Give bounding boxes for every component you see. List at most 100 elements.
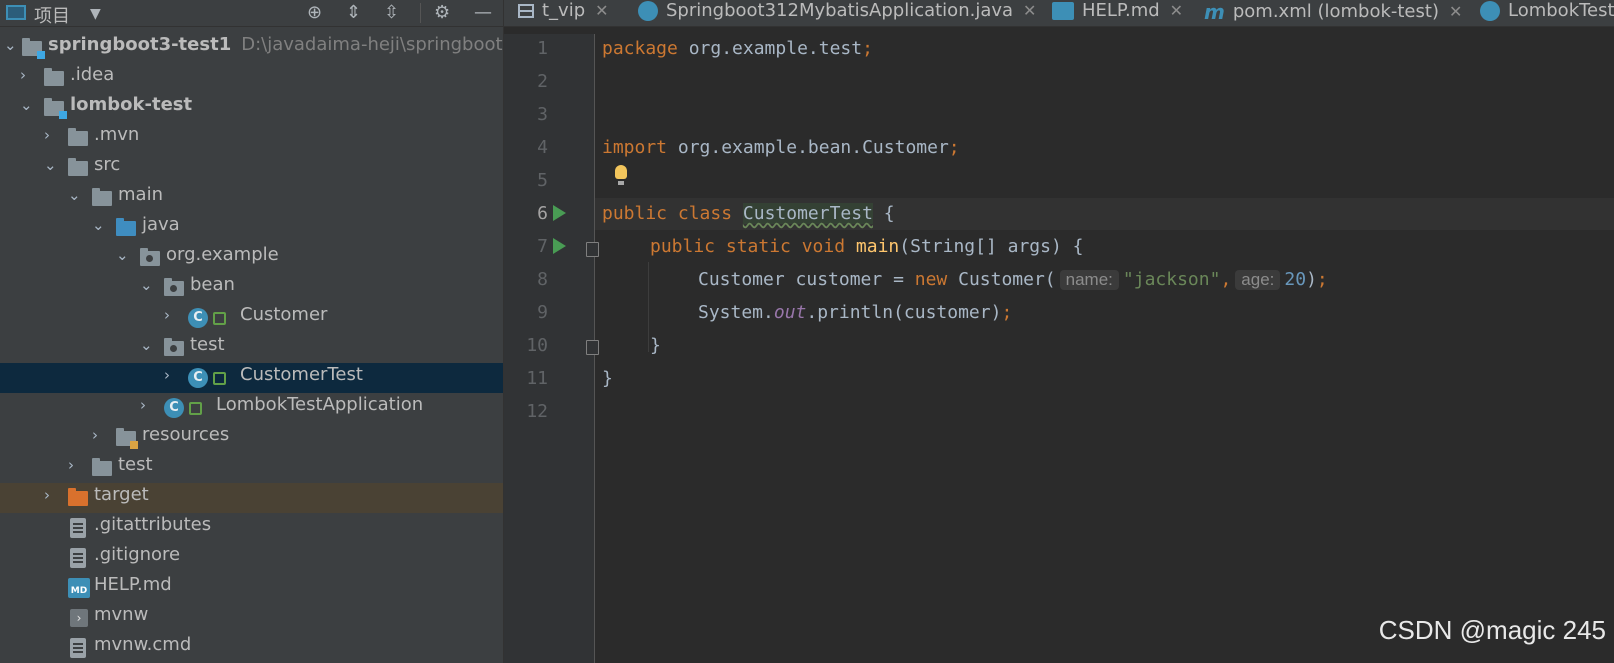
chevron-right-icon[interactable]: › — [20, 66, 34, 86]
tree-item-lombok-test[interactable]: ⌄ lombok-test — [0, 93, 503, 123]
folder-icon — [68, 158, 88, 176]
chevron-right-icon[interactable]: › — [164, 366, 178, 386]
header-separator — [420, 3, 421, 23]
tree-item-label: .idea — [70, 64, 115, 85]
chevron-right-icon[interactable]: › — [44, 126, 58, 146]
line-number: 1 — [537, 38, 548, 59]
parameter-hint: name: — [1059, 270, 1119, 290]
run-main-icon[interactable] — [553, 238, 566, 254]
tab-lomboktest[interactable]: LombokTest — [1480, 0, 1614, 26]
tree-item-customer[interactable]: › C Customer — [0, 303, 503, 333]
tab-springboot312mybatisapplication[interactable]: Springboot312MybatisApplication.java ✕ — [638, 0, 1036, 26]
tree-item-label: .gitattributes — [94, 514, 212, 535]
tree-item-lomboktestapplication[interactable]: › C LombokTestApplication — [0, 393, 503, 423]
project-panel-title[interactable]: 项目 — [34, 2, 70, 28]
tree-item-target[interactable]: › target — [0, 483, 503, 513]
lock-icon — [213, 372, 226, 385]
tree-item-mvnw[interactable]: › mvnw — [0, 603, 503, 633]
close-icon[interactable]: ✕ — [1023, 1, 1036, 20]
fold-icon[interactable] — [586, 340, 599, 355]
package-icon — [164, 338, 184, 356]
chevron-down-icon[interactable]: ⌄ — [20, 96, 34, 116]
chevron-down-icon[interactable]: ⌄ — [92, 216, 106, 236]
table-icon — [518, 4, 534, 18]
ignore-file-icon — [70, 548, 86, 568]
project-view-icon[interactable] — [6, 5, 26, 20]
chevron-down-icon[interactable]: ⌄ — [140, 336, 154, 356]
line-number: 12 — [526, 401, 548, 422]
chevron-down-icon[interactable]: ⌄ — [4, 36, 18, 56]
lightbulb-icon[interactable] — [615, 165, 627, 185]
chevron-down-icon[interactable]: ⌄ — [140, 276, 154, 296]
tree-item-gitignore[interactable]: .gitignore — [0, 543, 503, 573]
class-name[interactable]: CustomerTest — [742, 203, 873, 224]
chevron-right-icon[interactable]: › — [164, 306, 178, 326]
chevron-right-icon[interactable]: › — [140, 396, 154, 416]
tree-item-label: bean — [190, 274, 235, 295]
tree-item-label: src — [94, 154, 121, 175]
tree-item-label: org.example — [166, 244, 279, 265]
code-line: import org.example.bean.Customer; — [602, 137, 960, 158]
parameter-hint: age: — [1235, 270, 1281, 290]
code-line: package org.example.test; — [602, 38, 873, 59]
close-icon[interactable]: ✕ — [1449, 2, 1462, 21]
tree-item-main[interactable]: ⌄ main — [0, 183, 503, 213]
tab-t-vip[interactable]: t_vip ✕ — [518, 0, 609, 26]
project-panel: 项目 ▼ ⊕ ⇕ ⇳ ⚙ — ⌄ springboot3-test1 D:\jav… — [0, 0, 503, 663]
line-number: 2 — [537, 71, 548, 92]
tab-pom-xml[interactable]: m pom.xml (lombok-test) ✕ — [1204, 0, 1462, 26]
text-file-icon — [70, 518, 86, 538]
chevron-right-icon[interactable]: › — [68, 456, 82, 476]
minimize-icon[interactable]: — — [474, 2, 492, 24]
tree-item-label: target — [94, 484, 149, 505]
code-line: Customer customer = new Customer(name: "j… — [698, 269, 1328, 290]
tree-item-customertest[interactable]: › C CustomerTest — [0, 363, 503, 393]
tree-item-test-package[interactable]: ⌄ test — [0, 333, 503, 363]
project-panel-header: 项目 ▼ ⊕ ⇕ ⇳ ⚙ — — [0, 0, 503, 27]
close-icon[interactable]: ✕ — [595, 1, 608, 20]
tree-item-root[interactable]: ⌄ springboot3-test1 D:\javadaima-heji\spr… — [0, 33, 503, 63]
chevron-right-icon[interactable]: › — [44, 486, 58, 506]
tree-item-java[interactable]: ⌄ java — [0, 213, 503, 243]
text-file-icon — [70, 638, 86, 658]
locate-icon[interactable]: ⊕ — [307, 2, 322, 24]
tree-item-mvnw-cmd[interactable]: mvnw.cmd — [0, 633, 503, 663]
tree-item-mvn[interactable]: › .mvn — [0, 123, 503, 153]
tree-item-bean[interactable]: ⌄ bean — [0, 273, 503, 303]
tree-item-src[interactable]: ⌄ src — [0, 153, 503, 183]
tree-item-label: .gitignore — [94, 544, 181, 565]
tab-help-md[interactable]: HELP.md ✕ — [1052, 0, 1183, 26]
expand-all-icon[interactable]: ⇕ — [346, 2, 361, 24]
tree-item-label: CustomerTest — [240, 364, 363, 385]
tree-item-label: HELP.md — [94, 574, 172, 595]
tree-item-label: LombokTestApplication — [216, 394, 424, 415]
line-number: 11 — [526, 368, 548, 389]
source-folder-icon — [116, 218, 136, 236]
line-number: 8 — [537, 269, 548, 290]
tree-item-label: springboot3-test1 D:\javadaima-heji\sprin… — [48, 34, 503, 55]
chevron-down-icon[interactable]: ⌄ — [68, 186, 82, 206]
collapse-all-icon[interactable]: ⇳ — [384, 2, 399, 24]
tree-item-gitattributes[interactable]: .gitattributes — [0, 513, 503, 543]
line-number: 4 — [537, 137, 548, 158]
chevron-right-icon[interactable]: › — [92, 426, 106, 446]
package-icon — [140, 248, 160, 266]
shell-script-icon: › — [70, 609, 88, 627]
tree-item-test-folder[interactable]: › test — [0, 453, 503, 483]
fold-icon[interactable] — [586, 242, 599, 257]
gear-icon[interactable]: ⚙ — [434, 2, 450, 24]
close-icon[interactable]: ✕ — [1170, 1, 1183, 20]
code-line: } — [650, 335, 661, 356]
tree-item-org-example[interactable]: ⌄ org.example — [0, 243, 503, 273]
tree-item-idea[interactable]: › .idea — [0, 63, 503, 93]
lock-icon — [189, 402, 202, 415]
tree-item-help-md[interactable]: MD HELP.md — [0, 573, 503, 603]
dropdown-icon[interactable]: ▼ — [90, 3, 101, 25]
spring-boot-class-icon — [638, 1, 658, 21]
chevron-down-icon[interactable]: ⌄ — [44, 156, 58, 176]
tree-item-resources[interactable]: › resources — [0, 423, 503, 453]
folder-icon — [68, 128, 88, 146]
run-class-icon[interactable] — [553, 205, 566, 221]
folder-icon — [92, 458, 112, 476]
chevron-down-icon[interactable]: ⌄ — [116, 246, 130, 266]
